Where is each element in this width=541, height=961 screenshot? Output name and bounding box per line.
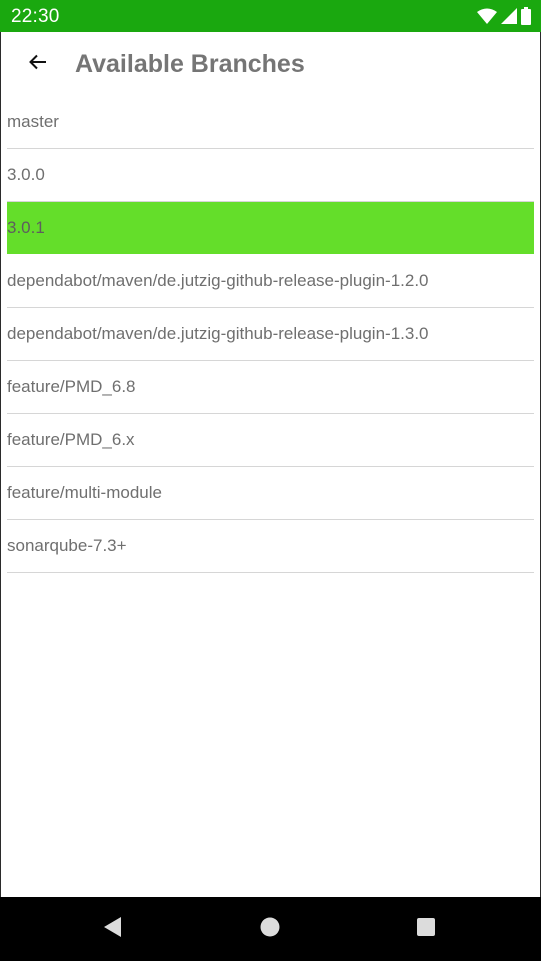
branch-label: dependabot/maven/de.jutzig-github-releas… <box>7 271 429 290</box>
nav-back-button[interactable] <box>97 913 129 945</box>
branch-item-sonarqube-7-3[interactable]: sonarqube-7.3+ <box>7 520 534 573</box>
nav-back-icon <box>103 916 123 943</box>
status-icons <box>477 7 531 25</box>
wifi-icon <box>477 8 497 24</box>
branch-label: master <box>7 112 59 131</box>
branch-item-feature-multi-module[interactable]: feature/multi-module <box>7 467 534 520</box>
branch-list: master 3.0.0 3.0.1 dependabot/maven/de.j… <box>7 96 534 573</box>
branch-label: dependabot/maven/de.jutzig-github-releas… <box>7 324 429 343</box>
branch-item-master[interactable]: master <box>7 96 534 149</box>
branch-item-feature-pmd-6-x[interactable]: feature/PMD_6.x <box>7 414 534 467</box>
branch-label: feature/multi-module <box>7 483 162 502</box>
branch-item-dependabot-1-2-0[interactable]: dependabot/maven/de.jutzig-github-releas… <box>7 255 534 308</box>
nav-home-button[interactable] <box>254 913 286 945</box>
branch-item-feature-pmd-6-8[interactable]: feature/PMD_6.8 <box>7 361 534 414</box>
branch-item-3-0-1-selected[interactable]: 3.0.1 <box>7 202 534 255</box>
branch-item-3-0-0[interactable]: 3.0.0 <box>7 149 534 202</box>
app-bar: Available Branches <box>0 32 541 96</box>
status-time: 22:30 <box>11 6 60 27</box>
branch-item-dependabot-1-3-0[interactable]: dependabot/maven/de.jutzig-github-releas… <box>7 308 534 361</box>
nav-recents-button[interactable] <box>410 913 442 945</box>
branch-label: feature/PMD_6.8 <box>7 377 136 396</box>
system-nav-bar <box>0 897 541 961</box>
branch-label: 3.0.0 <box>7 165 45 184</box>
status-bar: 22:30 <box>0 0 541 32</box>
branch-label: 3.0.1 <box>7 218 45 237</box>
nav-home-icon <box>260 917 280 942</box>
page-title: Available Branches <box>75 50 305 78</box>
branch-label: sonarqube-7.3+ <box>7 536 127 555</box>
battery-icon <box>521 7 531 25</box>
arrow-left-icon <box>29 54 47 75</box>
back-button[interactable] <box>22 48 54 80</box>
nav-recents-icon <box>416 917 436 942</box>
branch-label: feature/PMD_6.x <box>7 430 135 449</box>
signal-icon <box>501 8 517 24</box>
